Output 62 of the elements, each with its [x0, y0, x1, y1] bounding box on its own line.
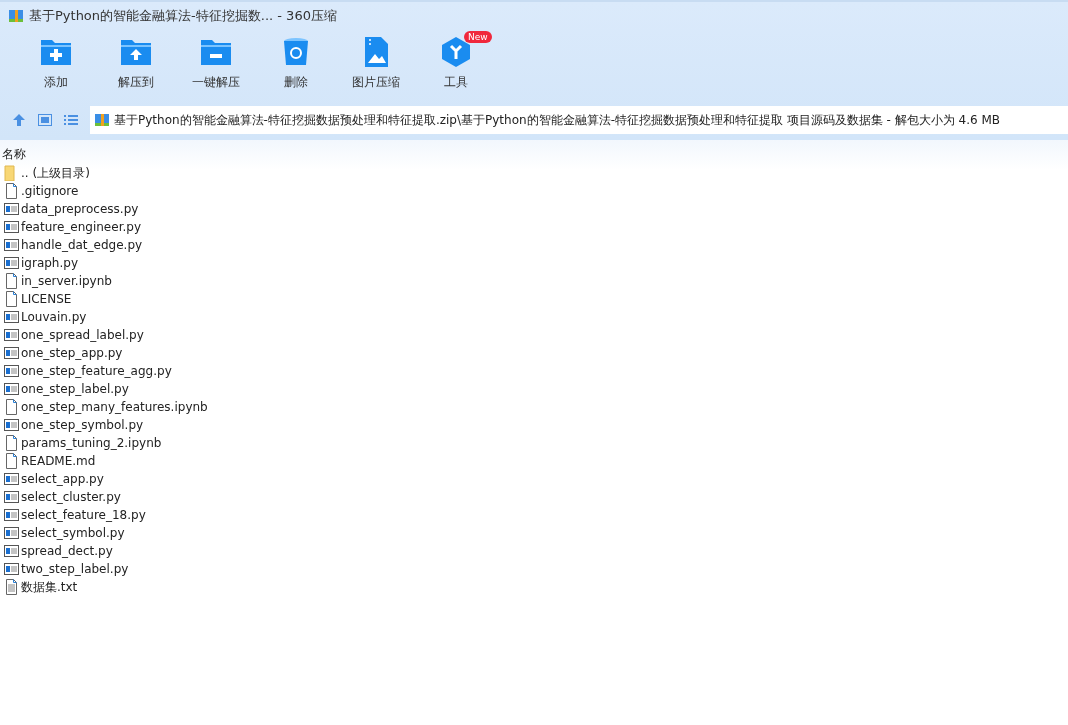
file-row[interactable]: params_tuning_2.ipynb	[0, 434, 1068, 452]
script-file-icon	[3, 525, 19, 541]
script-file-icon	[3, 561, 19, 577]
toolbar-button[interactable]: 添加	[16, 30, 96, 102]
file-row[interactable]: README.md	[0, 452, 1068, 470]
file-icon	[3, 183, 19, 199]
file-icon	[3, 453, 19, 469]
toolbar-button[interactable]: 解压到	[96, 30, 176, 102]
file-row[interactable]: feature_engineer.py	[0, 218, 1068, 236]
file-row[interactable]: data_preprocess.py	[0, 200, 1068, 218]
file-row[interactable]: one_step_app.py	[0, 344, 1068, 362]
file-row[interactable]: handle_dat_edge.py	[0, 236, 1068, 254]
file-row[interactable]: select_cluster.py	[0, 488, 1068, 506]
script-file-icon	[3, 237, 19, 253]
file-icon	[3, 273, 19, 289]
column-header[interactable]: 名称	[0, 145, 26, 163]
file-row[interactable]: igraph.py	[0, 254, 1068, 272]
file-row[interactable]: select_symbol.py	[0, 524, 1068, 542]
archive-icon	[8, 8, 24, 24]
toolbar-button[interactable]: 一键解压	[176, 30, 256, 102]
script-file-icon	[3, 417, 19, 433]
file-row[interactable]: one_step_feature_agg.py	[0, 362, 1068, 380]
file-row[interactable]: one_step_label.py	[0, 380, 1068, 398]
file-row[interactable]: one_step_many_features.ipynb	[0, 398, 1068, 416]
file-row[interactable]: one_step_symbol.py	[0, 416, 1068, 434]
toolbar-button[interactable]: 图片压缩	[336, 30, 416, 102]
file-row[interactable]: .. (上级目录)	[0, 164, 1068, 182]
address-bar[interactable]: 基于Python的智能金融算法-特征挖掘数据预处理和特征提取.zip\基于Python的智能金融算法-特征挖掘数据预处理和特征提取 项目源码及数据集 - 解包大小为 4.6 MB	[90, 106, 1068, 134]
script-file-icon	[3, 471, 19, 487]
file-row[interactable]: LICENSE	[0, 290, 1068, 308]
script-file-icon	[3, 381, 19, 397]
text-file-icon	[3, 579, 19, 595]
script-file-icon	[3, 327, 19, 343]
file-row[interactable]: in_server.ipynb	[0, 272, 1068, 290]
file-row[interactable]: Louvain.py	[0, 308, 1068, 326]
toolbar-button[interactable]: 工具 New	[416, 30, 496, 102]
script-file-icon	[3, 201, 19, 217]
file-row[interactable]: .gitignore	[0, 182, 1068, 200]
file-row[interactable]: spread_dect.py	[0, 542, 1068, 560]
file-row[interactable]: select_feature_18.py	[0, 506, 1068, 524]
file-icon	[3, 435, 19, 451]
script-file-icon	[3, 255, 19, 271]
toolbar-button[interactable]: 删除	[256, 30, 336, 102]
script-file-icon	[3, 543, 19, 559]
script-file-icon	[3, 309, 19, 325]
file-row[interactable]: 数据集.txt	[0, 578, 1068, 596]
list-view-icon[interactable]	[64, 114, 78, 126]
thumbnail-view-icon[interactable]	[38, 114, 52, 126]
script-file-icon	[3, 363, 19, 379]
script-file-icon	[3, 219, 19, 235]
window-title: 基于Python的智能金融算法-特征挖掘数... - 360压缩	[29, 7, 337, 25]
file-row[interactable]: two_step_label.py	[0, 560, 1068, 578]
file-row[interactable]: one_spread_label.py	[0, 326, 1068, 344]
archive-icon	[94, 112, 110, 128]
up-arrow-icon[interactable]	[12, 113, 26, 127]
script-file-icon	[3, 507, 19, 523]
script-file-icon	[3, 345, 19, 361]
file-icon	[3, 291, 19, 307]
new-badge: New	[464, 31, 492, 43]
script-file-icon	[3, 489, 19, 505]
file-icon	[3, 399, 19, 415]
file-row[interactable]: select_app.py	[0, 470, 1068, 488]
